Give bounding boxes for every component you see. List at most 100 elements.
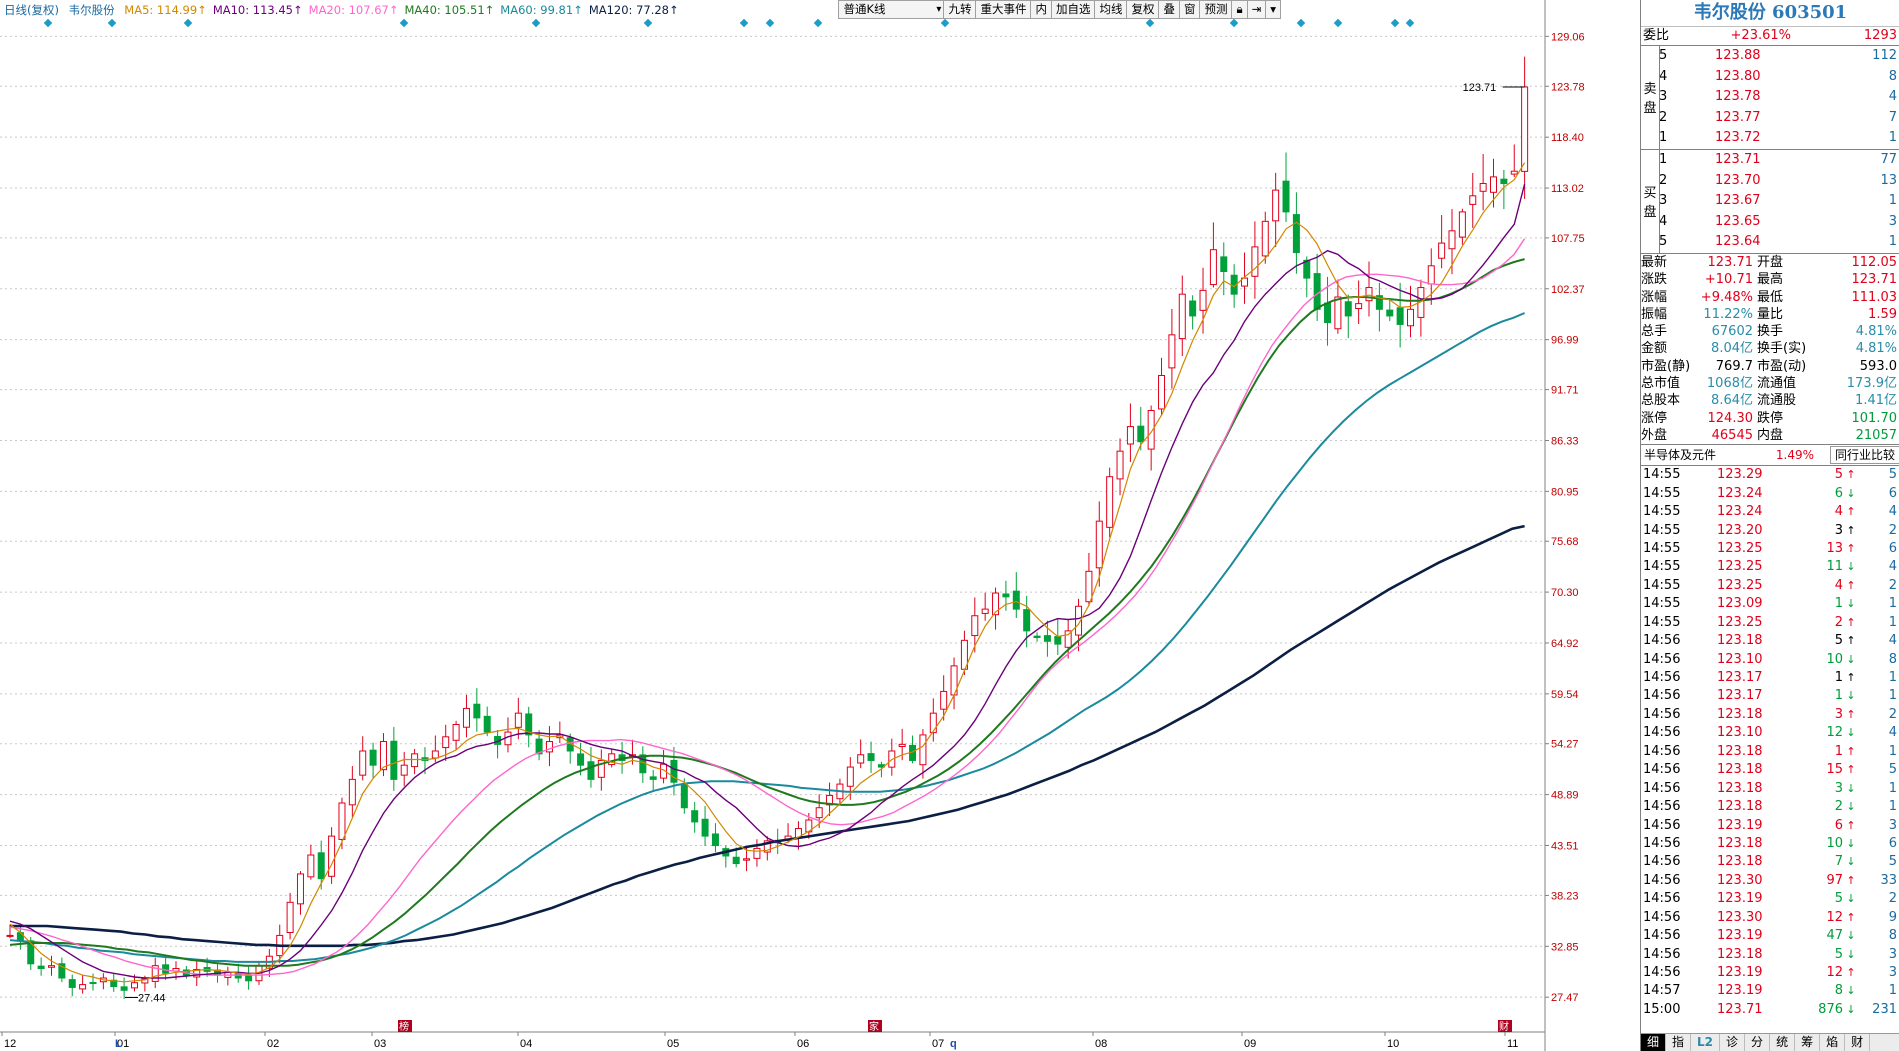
order-book-row[interactable]: 3 123.67 1 bbox=[1659, 191, 1899, 212]
panel-tab[interactable]: 指 bbox=[1666, 1034, 1692, 1051]
toolbar-button[interactable]: 窗 bbox=[1178, 0, 1201, 19]
tick-time: 14:56 bbox=[1643, 817, 1681, 833]
panel-tab[interactable]: 统 bbox=[1770, 1034, 1796, 1051]
panel-tab[interactable]: 财 bbox=[1845, 1034, 1871, 1051]
kline-type-select[interactable]: 普通K线 bbox=[838, 0, 945, 19]
event-diamond-icon bbox=[1145, 18, 1155, 28]
tick-row: 14:55 123.29 5 ↑ 5 bbox=[1641, 466, 1899, 484]
period-label[interactable]: 日线(复权) bbox=[4, 3, 59, 17]
order-book-row[interactable]: 5 123.64 1 bbox=[1659, 232, 1899, 253]
tick-list[interactable]: 14:55 123.29 5 ↑ 5 14:55 123.24 6 ↓ 6 14:55 123.24 4… bbox=[1641, 466, 1899, 1019]
candle-body bbox=[753, 847, 761, 859]
quote-label: 涨幅 bbox=[1641, 289, 1668, 305]
volume: 4 bbox=[1888, 89, 1897, 105]
panel-tab[interactable]: 分 bbox=[1745, 1034, 1771, 1051]
tick-row: 14:56 123.18 7 ↓ 5 bbox=[1641, 853, 1899, 871]
ma-legend-item: MA10: 113.45↑ bbox=[212, 3, 303, 17]
order-book-row[interactable]: 3 123.78 4 bbox=[1659, 87, 1899, 108]
candle-body bbox=[1199, 289, 1207, 311]
y-tick-label: 91.71 bbox=[1551, 385, 1579, 397]
event-diamond-icon bbox=[1333, 18, 1343, 28]
candle-body bbox=[1355, 303, 1363, 310]
event-diamond-icon bbox=[739, 18, 749, 28]
order-book-row[interactable]: 2 123.77 7 bbox=[1659, 108, 1899, 129]
candle-body bbox=[37, 965, 45, 970]
y-tick-label: 59.54 bbox=[1551, 689, 1579, 701]
candle-body bbox=[6, 934, 14, 937]
order-book-row[interactable]: 2 123.70 13 bbox=[1659, 171, 1899, 192]
panel-tab[interactable]: 筹 bbox=[1795, 1034, 1821, 1051]
y-tick-label: 75.68 bbox=[1551, 536, 1579, 548]
level: 2 bbox=[1659, 109, 1668, 125]
order-book-row[interactable]: 1 123.71 77 bbox=[1659, 150, 1899, 171]
tick-volume: 5 bbox=[1834, 633, 1843, 649]
kline-chart-area[interactable]: 日线(复权) 韦尔股份 MA5: 114.99↑ MA10: 113.45↑ MA2… bbox=[0, 0, 1590, 1051]
candle-body bbox=[1168, 334, 1176, 369]
lock-icon[interactable]: 🔒︎ bbox=[1231, 0, 1248, 19]
panel-tab[interactable]: 焰 bbox=[1820, 1034, 1846, 1051]
quote-value: 173.9亿 bbox=[1846, 376, 1897, 392]
order-book-row[interactable]: 4 123.80 8 bbox=[1659, 67, 1899, 88]
tick-row: 14:55 123.25 13 ↑ 6 bbox=[1641, 540, 1899, 558]
arrow-down-icon: ↓ bbox=[1846, 597, 1856, 611]
tick-time: 14:55 bbox=[1643, 596, 1681, 612]
candle-body bbox=[919, 734, 927, 766]
event-diamond-icon bbox=[643, 18, 653, 28]
order-book-row[interactable]: 5 123.88 112 bbox=[1659, 46, 1899, 67]
panel-tab[interactable]: L2 bbox=[1691, 1034, 1721, 1051]
candle-body bbox=[79, 984, 87, 990]
order-book-row[interactable]: 4 123.65 3 bbox=[1659, 212, 1899, 233]
panel-tab[interactable]: 诊 bbox=[1720, 1034, 1746, 1051]
dropdown-icon[interactable]: ▾ bbox=[1265, 0, 1281, 19]
toolbar-button[interactable]: 重大事件 bbox=[975, 0, 1032, 19]
tick-time: 14:56 bbox=[1643, 928, 1681, 944]
tick-price: 123.18 bbox=[1717, 743, 1763, 759]
tick-time: 14:55 bbox=[1643, 467, 1681, 483]
skip-right-icon[interactable]: ⇥ bbox=[1246, 0, 1267, 19]
toolbar-button[interactable]: 复权 bbox=[1126, 0, 1160, 19]
level: 2 bbox=[1659, 172, 1668, 188]
peer-compare-button[interactable]: 同行业比较 bbox=[1830, 446, 1899, 465]
tick-row: 14:56 123.17 1 ↑ 1 bbox=[1641, 669, 1899, 687]
tick-price: 123.18 bbox=[1717, 946, 1763, 962]
toolbar-button[interactable]: 均线 bbox=[1094, 0, 1128, 19]
tick-time: 14:56 bbox=[1643, 872, 1681, 888]
order-book-row[interactable]: 1 123.72 1 bbox=[1659, 128, 1899, 149]
level: 4 bbox=[1659, 213, 1668, 229]
arrow-down-icon: ↓ bbox=[1846, 947, 1856, 961]
toolbar-button[interactable]: 加自选 bbox=[1050, 0, 1096, 19]
x-tick-label: 08 bbox=[1095, 1038, 1107, 1050]
toolbar-button[interactable]: 预测 bbox=[1199, 0, 1233, 19]
arrow-down-icon: ↓ bbox=[1846, 486, 1856, 500]
quote-label: 金额 bbox=[1641, 341, 1668, 357]
x-tick-label: 02 bbox=[267, 1038, 279, 1050]
weibi-pct: +23.61% bbox=[1730, 28, 1791, 43]
tick-volume: 6 bbox=[1834, 817, 1843, 833]
candle-body bbox=[452, 724, 460, 741]
toolbar-button[interactable]: 内 bbox=[1030, 0, 1052, 19]
toolbar-button[interactable]: 九转 bbox=[943, 0, 977, 19]
candle-body bbox=[442, 736, 450, 749]
tick-row: 14:55 123.25 4 ↑ 2 bbox=[1641, 577, 1899, 595]
candlestick-chart[interactable]: 129.06 123.78 118.40 113.02 107.75 102.37 96.9… bbox=[0, 0, 1590, 1051]
candle-body bbox=[379, 741, 387, 771]
tick-time: 14:56 bbox=[1643, 633, 1681, 649]
x-tick-label: 03 bbox=[374, 1038, 386, 1050]
candle-body bbox=[286, 901, 294, 934]
arrow-down-icon: ↓ bbox=[1846, 984, 1856, 998]
candle-body bbox=[1490, 176, 1498, 193]
panel-tab[interactable]: 细 bbox=[1641, 1034, 1667, 1051]
sector-name[interactable]: 半导体及元件 bbox=[1641, 445, 1754, 465]
event-mark-label: 财 bbox=[1499, 1020, 1509, 1033]
arrow-up-icon: ↑ bbox=[1846, 910, 1856, 924]
event-diamond-icon bbox=[183, 18, 193, 28]
arrow-up-icon: ↑ bbox=[1846, 873, 1856, 887]
event-diamond-icon bbox=[399, 18, 409, 28]
tick-row: 14:56 123.19 12 ↑ 3 bbox=[1641, 964, 1899, 982]
ma20-line bbox=[9, 238, 1526, 976]
candle-body bbox=[1043, 635, 1051, 642]
toolbar-button[interactable]: 叠 bbox=[1158, 0, 1180, 19]
level: 1 bbox=[1659, 130, 1668, 146]
tick-volume: 47 bbox=[1826, 928, 1843, 944]
tick-count: 1 bbox=[1888, 799, 1897, 815]
